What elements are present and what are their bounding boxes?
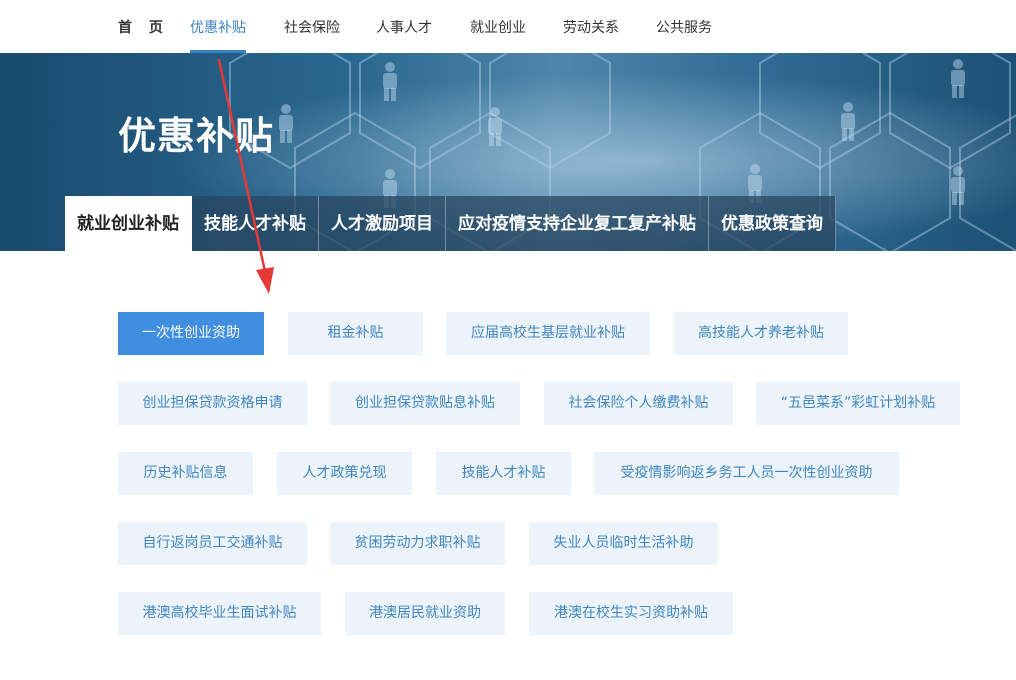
subsidy-item[interactable]: 历史补贴信息 <box>118 452 253 495</box>
tab-policy-query[interactable]: 优惠政策查询 <box>709 196 836 251</box>
subsidy-item[interactable]: 受疫情影响返乡务工人员一次性创业资助 <box>594 452 899 495</box>
subsidy-item[interactable]: 创业担保贷款贴息补贴 <box>330 382 520 425</box>
nav-item-subsidies[interactable]: 优惠补贴 <box>190 0 246 53</box>
subsidy-item[interactable]: 失业人员临时生活补助 <box>529 522 718 565</box>
tab-employment-subsidy[interactable]: 就业创业补贴 <box>65 196 192 251</box>
subsidy-list: 一次性创业资助 租金补贴 应届高校生基层就业补贴 高技能人才养老补贴 创业担保贷… <box>0 251 1016 680</box>
subsidy-item[interactable]: 社会保险个人缴费补贴 <box>544 382 733 425</box>
subsidy-item[interactable]: 港澳居民就业资助 <box>345 592 505 635</box>
subsidy-item[interactable]: 高技能人才养老补贴 <box>674 312 848 355</box>
banner: 优惠补贴 就业创业补贴 技能人才补贴 人才激励项目 应对疫情支持企业复工复产补贴… <box>0 53 1016 251</box>
category-tabs: 就业创业补贴 技能人才补贴 人才激励项目 应对疫情支持企业复工复产补贴 优惠政策… <box>65 196 836 251</box>
subsidy-item[interactable]: 租金补贴 <box>288 312 423 355</box>
nav-item-social-insurance[interactable]: 社会保险 <box>284 0 340 53</box>
page-title: 优惠补贴 <box>118 114 275 158</box>
subsidy-item[interactable]: 技能人才补贴 <box>436 452 571 495</box>
subsidy-item[interactable]: 应届高校生基层就业补贴 <box>446 312 650 355</box>
nav-item-public-service[interactable]: 公共服务 <box>656 0 712 53</box>
tab-talent-incentive[interactable]: 人才激励项目 <box>319 196 446 251</box>
subsidy-item[interactable]: 自行返岗员工交通补贴 <box>118 522 307 565</box>
subsidy-item[interactable]: 港澳在校生实习资助补贴 <box>529 592 733 635</box>
subsidy-item[interactable]: 港澳高校毕业生面试补贴 <box>118 592 321 635</box>
nav-item-home[interactable]: 首 页 <box>118 0 169 53</box>
tab-skill-talent-subsidy[interactable]: 技能人才补贴 <box>192 196 319 251</box>
subsidy-item[interactable]: “五邑菜系”彩虹计划补贴 <box>756 382 960 425</box>
subsidy-item[interactable]: 贫困劳动力求职补贴 <box>330 522 505 565</box>
nav-item-personnel-talent[interactable]: 人事人才 <box>376 0 432 53</box>
nav-item-employment[interactable]: 就业创业 <box>470 0 526 53</box>
subsidy-item[interactable]: 人才政策兑现 <box>277 452 412 495</box>
nav-item-labor-relations[interactable]: 劳动关系 <box>563 0 619 53</box>
subsidy-item[interactable]: 一次性创业资助 <box>118 312 264 355</box>
tab-epidemic-resumption-subsidy[interactable]: 应对疫情支持企业复工复产补贴 <box>446 196 709 251</box>
subsidy-item[interactable]: 创业担保贷款资格申请 <box>118 382 307 425</box>
top-navigation: 首 页 优惠补贴 社会保险 人事人才 就业创业 劳动关系 公共服务 <box>0 0 1016 53</box>
